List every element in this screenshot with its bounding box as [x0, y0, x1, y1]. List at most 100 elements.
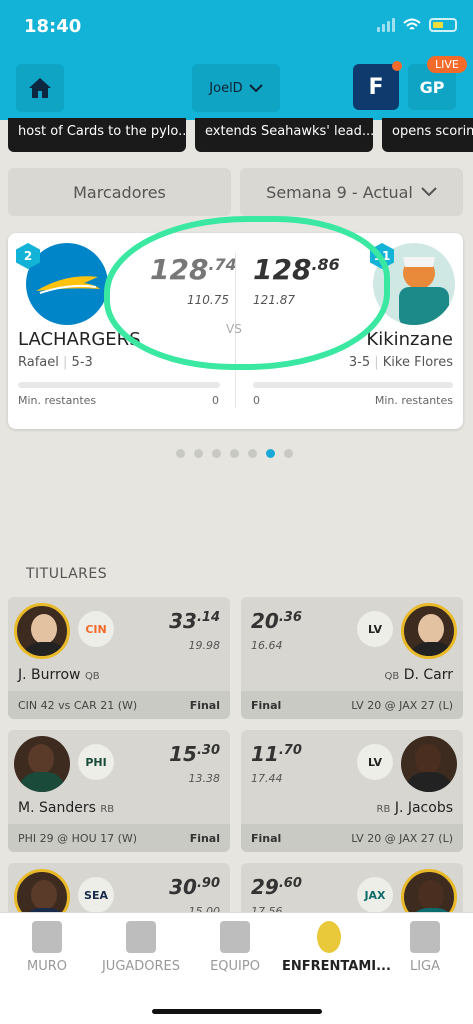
news-card[interactable]: extends Seahawks' lead... — [195, 118, 373, 152]
gamepass-logo: GP — [419, 77, 445, 97]
player-game-info: PHI 29 @ HOU 17 (W) Final — [8, 824, 230, 852]
projected-right: 121.87 — [253, 293, 295, 307]
player-points: 29.60 — [251, 875, 302, 899]
signal-icon — [377, 18, 395, 32]
player-card[interactable]: LV 11.70 17.44 RB J. Jacobs Final LV 20 @… — [241, 730, 463, 852]
player-name: QB D. Carr — [385, 667, 454, 683]
pager-dot[interactable] — [248, 449, 257, 458]
nav-label: EQUIPO — [210, 959, 260, 974]
seahawks-logo: SEA — [78, 877, 114, 913]
player-name: RB J. Jacobs — [377, 800, 453, 816]
live-badge: LIVE — [427, 56, 467, 73]
player-projected: 17.44 — [251, 772, 283, 785]
game-result: LV 20 @ JAX 27 (L) — [351, 831, 453, 845]
news-card[interactable]: opens scoring — [382, 118, 473, 152]
player-position: RB — [376, 804, 391, 815]
player-name-text: J. Jacobs — [394, 800, 453, 816]
nav-liga[interactable]: LIGA — [378, 921, 472, 974]
pager-dot-active[interactable] — [266, 449, 275, 458]
nav-equipo[interactable]: EQUIPO — [188, 921, 282, 974]
pager-dot[interactable] — [176, 449, 185, 458]
player-points: 20.36 — [251, 609, 302, 633]
nav-muro[interactable]: MURO — [0, 921, 94, 974]
status-time: 18:40 — [24, 16, 82, 37]
player-points: 33.14 — [169, 609, 220, 633]
players-icon — [126, 921, 156, 953]
vs-label: VS — [226, 322, 242, 336]
score-right-int: 128 — [253, 253, 312, 286]
home-indicator — [152, 1009, 322, 1014]
player-avatar — [14, 736, 70, 792]
score-left-int: 128 — [150, 253, 209, 286]
points-int: 15 — [169, 742, 197, 766]
jaguars-logo: JAX — [357, 877, 393, 913]
selectors: Marcadores Semana 9 - Actual — [8, 168, 463, 216]
pager-dot[interactable] — [194, 449, 203, 458]
top-bar: 18:40 JoelD F GP LIVE — [0, 0, 473, 120]
bengals-logo: CIN — [78, 611, 114, 647]
team-sub-left: Rafael | 5-3 — [18, 355, 93, 370]
player-avatar — [401, 603, 457, 659]
nav-label: LIGA — [409, 959, 441, 974]
player-card[interactable]: PHI 15.30 13.38 M. Sanders RB PHI 29 @ H… — [8, 730, 230, 852]
player-projected: 13.38 — [188, 772, 221, 785]
game-status: Final — [251, 831, 282, 845]
player-game-info: Final LV 20 @ JAX 27 (L) — [241, 824, 463, 852]
wifi-icon — [403, 18, 421, 30]
player-projected: 16.64 — [251, 639, 283, 652]
player-avatar — [401, 736, 457, 792]
week-label: Semana 9 - Actual — [266, 182, 413, 202]
fantasy-button[interactable]: F — [353, 61, 402, 110]
pager-dots — [176, 449, 293, 458]
points-dec: .90 — [196, 876, 220, 891]
pager-dot[interactable] — [284, 449, 293, 458]
raiders-logo: LV — [357, 611, 393, 647]
points-dec: .14 — [196, 610, 220, 625]
notification-dot — [392, 61, 402, 71]
nav-label: ENFRENTAMI... — [282, 959, 391, 974]
nav-label: JUGADORES — [101, 959, 181, 974]
user-selector[interactable]: JoelD — [192, 64, 280, 112]
raiders-logo: LV — [357, 744, 393, 780]
owner-left: Rafael — [18, 355, 59, 370]
player-position: QB — [84, 671, 100, 682]
game-status: Final — [189, 698, 220, 712]
nav-enfrentamientos[interactable]: ENFRENTAMI... — [282, 921, 391, 974]
player-projected: 19.98 — [188, 639, 221, 652]
player-card[interactable]: CIN 33.14 19.98 J. Burrow QB CIN 42 vs C… — [8, 597, 230, 719]
game-result: PHI 29 @ HOU 17 (W) — [18, 831, 138, 845]
points-int: 20 — [251, 609, 279, 633]
game-status: Final — [251, 698, 282, 712]
score-right-dec: .86 — [311, 255, 340, 274]
projected-left: 110.75 — [187, 293, 229, 307]
game-status: Final — [189, 831, 220, 845]
player-name: J. Burrow QB — [18, 667, 100, 683]
nav-jugadores[interactable]: JUGADORES — [94, 921, 188, 974]
wall-icon — [32, 921, 62, 953]
home-button[interactable] — [16, 64, 64, 112]
mins-label-right: Min. restantes — [374, 394, 453, 407]
nav-label: MURO — [27, 959, 67, 974]
news-strip: host of Cards to the pylo... extends Sea… — [8, 118, 473, 152]
mins-label-left: Min. restantes — [18, 394, 97, 407]
player-name: M. Sanders RB — [18, 800, 114, 816]
points-int: 11 — [251, 742, 279, 766]
owner-right: Kike Flores — [382, 355, 453, 370]
news-card[interactable]: host of Cards to the pylo... — [8, 118, 186, 152]
player-card[interactable]: LV 20.36 16.64 QB D. Carr Final LV 20 @ J… — [241, 597, 463, 719]
team-sub-right: 3-5 | Kike Flores — [348, 355, 453, 370]
player-points: 15.30 — [169, 742, 220, 766]
team-name-left: LACHARGERS — [18, 329, 141, 350]
helmet-icon — [220, 921, 250, 953]
score-left: 128.74 — [150, 253, 237, 286]
pager-dot[interactable] — [230, 449, 239, 458]
player-position: QB — [384, 671, 400, 682]
scores-selector[interactable]: Marcadores — [8, 168, 231, 216]
score-right: 128.86 — [253, 253, 340, 286]
matchup-card[interactable]: 2 11 128.74 110.75 128.86 121.87 VS LACH… — [8, 233, 463, 429]
progress-left — [18, 382, 220, 388]
week-selector[interactable]: Semana 9 - Actual — [240, 168, 463, 216]
section-title: TITULARES — [26, 566, 108, 582]
mins-value-right: 0 — [253, 394, 260, 407]
pager-dot[interactable] — [212, 449, 221, 458]
